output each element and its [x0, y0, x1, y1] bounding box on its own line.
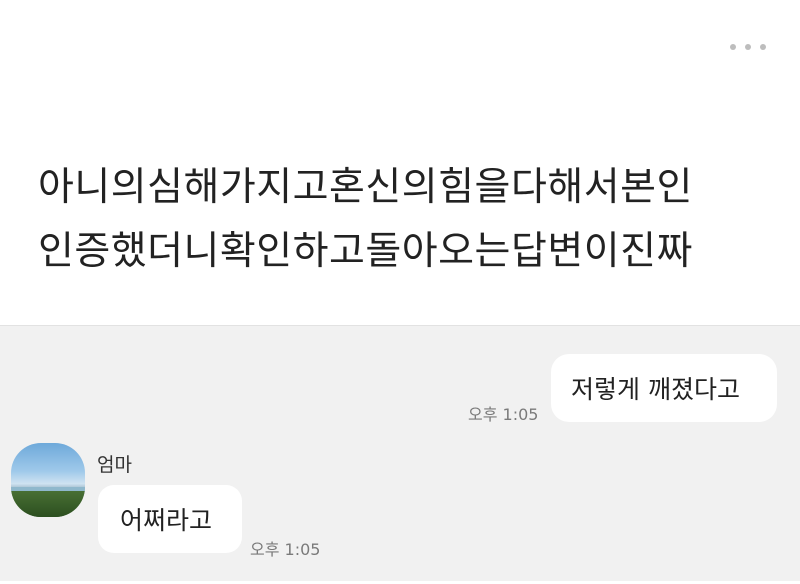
- post-body-text: 아니의심해가지고혼신의힘을다해서본인 인증했더니확인하고돌아오는답변이진짜: [38, 156, 778, 284]
- avatar[interactable]: [11, 443, 85, 517]
- post-text-line: 아니의심해가지고혼신의힘을다해서본인: [38, 165, 693, 210]
- post-content: 아니의심해가지고혼신의힘을다해서본인 인증했더니확인하고돌아오는답변이진짜: [0, 0, 800, 325]
- received-message-bubble: 어쩌라고: [98, 485, 242, 553]
- avatar-trees: [11, 491, 85, 517]
- sent-message-bubble: 저렇게 깨졌다고: [551, 354, 777, 422]
- received-message-time: 오후 1:05: [250, 540, 321, 559]
- more-options-icon-dot: [760, 44, 766, 50]
- more-options-button[interactable]: [730, 37, 766, 57]
- more-options-icon: [730, 44, 736, 50]
- sent-message-text: 저렇게 깨졌다고: [571, 375, 740, 404]
- screen: 아니의심해가지고혼신의힘을다해서본인 인증했더니확인하고돌아오는답변이진짜 저렇…: [0, 0, 800, 584]
- sent-message-time: 오후 1:05: [468, 405, 539, 424]
- received-message-text: 어쩌라고: [120, 506, 213, 535]
- post-text-line: 인증했더니확인하고돌아오는답변이진짜: [38, 229, 693, 274]
- sender-name: 엄마: [97, 454, 132, 476]
- more-options-icon-dot: [745, 44, 751, 50]
